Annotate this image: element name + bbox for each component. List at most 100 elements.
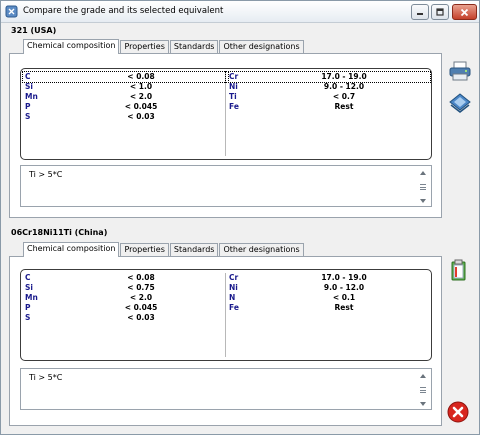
element-value: < 0.75: [127, 283, 155, 292]
maximize-icon: [436, 8, 444, 16]
tab-chemical-composition[interactable]: Chemical composition: [23, 39, 120, 54]
notes-box[interactable]: Ti > 5*C: [20, 165, 432, 207]
composition-table: C < 0.08 Si < 0.75 Mn < 2.0 P < 0.045 S < 0.0…: [20, 269, 432, 361]
tab-standards[interactable]: Standards: [169, 40, 219, 53]
element-value: < 2.0: [129, 92, 153, 101]
element-symbol: Cr: [229, 72, 239, 81]
element-value: < 0.045: [124, 303, 158, 312]
minimize-button[interactable]: [411, 4, 429, 20]
element-symbol: Mn: [25, 92, 38, 101]
element-value: 9.0 - 12.0: [323, 283, 365, 292]
table-row[interactable]: Ti < 0.7: [226, 92, 430, 102]
arrow-up-icon: [420, 171, 426, 175]
tab-properties[interactable]: Properties: [120, 40, 169, 53]
element-symbol: Ni: [229, 283, 238, 292]
window-title: Compare the grade and its selected equiv…: [23, 6, 224, 16]
table-row[interactable]: Mn < 2.0: [23, 92, 228, 102]
element-value: < 0.03: [127, 112, 155, 121]
table-row[interactable]: Cr 17.0 - 19.0: [225, 71, 431, 83]
notes-scrollbar[interactable]: [417, 168, 429, 206]
tab-properties[interactable]: Properties: [120, 243, 169, 256]
table-row[interactable]: N < 0.1: [226, 293, 430, 303]
table-row[interactable]: S < 0.03: [23, 112, 228, 122]
element-symbol: Ti: [229, 92, 237, 101]
tab-strip-second: Chemical composition Properties Standard…: [23, 241, 305, 257]
table-row[interactable]: P < 0.045: [23, 303, 228, 313]
grade-label-first: 321 (USA): [11, 26, 57, 35]
element-symbol: P: [25, 102, 31, 111]
table-row[interactable]: Ni 9.0 - 12.0: [226, 283, 430, 293]
composition-table: C < 0.08 Si < 1.0 Mn < 2.0 P < 0.045 S < 0.03…: [20, 68, 432, 160]
scroll-down-arrow[interactable]: [417, 399, 429, 409]
element-value: Rest: [334, 303, 354, 312]
composition-column-right: Cr 17.0 - 19.0 Ni 9.0 - 12.0 Ti < 0.7 Fe Res…: [225, 71, 431, 156]
app-icon: [5, 5, 18, 18]
printer-icon: [449, 61, 471, 81]
table-row[interactable]: Ni 9.0 - 12.0: [226, 82, 430, 92]
element-symbol: Si: [25, 283, 33, 292]
close-circle-icon: [447, 401, 469, 423]
element-value: 9.0 - 12.0: [323, 82, 365, 91]
element-value: < 0.08: [127, 72, 155, 81]
element-symbol: Fe: [229, 102, 239, 111]
element-value: < 1.0: [129, 82, 153, 91]
copy-clipboard-icon: [451, 259, 466, 281]
element-symbol: Si: [25, 82, 33, 91]
element-symbol: P: [25, 303, 31, 312]
table-row[interactable]: C < 0.08: [22, 71, 229, 83]
element-symbol: Fe: [229, 303, 239, 312]
close-button[interactable]: [447, 401, 469, 425]
grade-label-second: 06Cr18Ni11Ti (China): [11, 228, 108, 237]
tab-standards[interactable]: Standards: [169, 243, 219, 256]
print-button[interactable]: [449, 61, 471, 83]
element-value: < 0.045: [124, 102, 158, 111]
composition-panel-second: C < 0.08 Si < 0.75 Mn < 2.0 P < 0.045 S < 0.0…: [9, 256, 442, 426]
element-value: < 0.08: [127, 273, 155, 282]
element-symbol: N: [229, 293, 236, 302]
composition-panel-first: C < 0.08 Si < 1.0 Mn < 2.0 P < 0.045 S < 0.03…: [9, 53, 442, 218]
element-value: Rest: [334, 102, 354, 111]
maximize-button[interactable]: [431, 4, 449, 20]
arrow-down-icon: [420, 199, 426, 203]
notes-scrollbar[interactable]: [417, 371, 429, 409]
table-row[interactable]: Mn < 2.0: [23, 293, 228, 303]
element-symbol: C: [25, 72, 31, 81]
tab-other-designations[interactable]: Other designations: [219, 40, 304, 53]
scroll-grip[interactable]: [420, 182, 426, 192]
tab-other-designations[interactable]: Other designations: [219, 243, 304, 256]
table-row[interactable]: Si < 1.0: [23, 82, 228, 92]
notes-text: Ti > 5*C: [29, 373, 63, 382]
element-value: 17.0 - 19.0: [321, 72, 367, 81]
copy-button[interactable]: [451, 259, 467, 283]
title-bar[interactable]: Compare the grade and its selected equiv…: [1, 1, 479, 23]
table-row[interactable]: Cr 17.0 - 19.0: [226, 273, 430, 283]
minimize-icon: [417, 13, 423, 15]
scroll-up-arrow[interactable]: [417, 168, 429, 178]
compare-window: Compare the grade and its selected equiv…: [0, 0, 480, 435]
arrow-up-icon: [420, 374, 426, 378]
scroll-up-arrow[interactable]: [417, 371, 429, 381]
scroll-down-arrow[interactable]: [417, 196, 429, 206]
table-row[interactable]: P < 0.045: [23, 102, 228, 112]
arrow-down-icon: [420, 402, 426, 406]
table-row[interactable]: Si < 0.75: [23, 283, 228, 293]
tab-strip-first: Chemical composition Properties Standard…: [23, 38, 305, 54]
table-row[interactable]: S < 0.03: [23, 313, 228, 323]
element-symbol: S: [25, 112, 31, 121]
tab-chemical-composition[interactable]: Chemical composition: [23, 242, 120, 257]
close-x-icon: [460, 8, 469, 16]
window-close-button[interactable]: [452, 4, 477, 20]
element-value: < 0.7: [332, 92, 356, 101]
scroll-grip[interactable]: [420, 385, 426, 395]
notes-box[interactable]: Ti > 5*C: [20, 368, 432, 410]
element-value: < 0.03: [127, 313, 155, 322]
table-row[interactable]: Fe Rest: [226, 303, 430, 313]
composition-column-right: Cr 17.0 - 19.0 Ni 9.0 - 12.0 N < 0.1 Fe Rest: [225, 273, 430, 357]
notes-text: Ti > 5*C: [29, 170, 63, 179]
element-symbol: Ni: [229, 82, 238, 91]
table-row[interactable]: Fe Rest: [226, 102, 430, 112]
table-row[interactable]: C < 0.08: [23, 273, 228, 283]
save-button[interactable]: [449, 93, 471, 115]
element-symbol: Mn: [25, 293, 38, 302]
element-value: < 0.1: [332, 293, 356, 302]
